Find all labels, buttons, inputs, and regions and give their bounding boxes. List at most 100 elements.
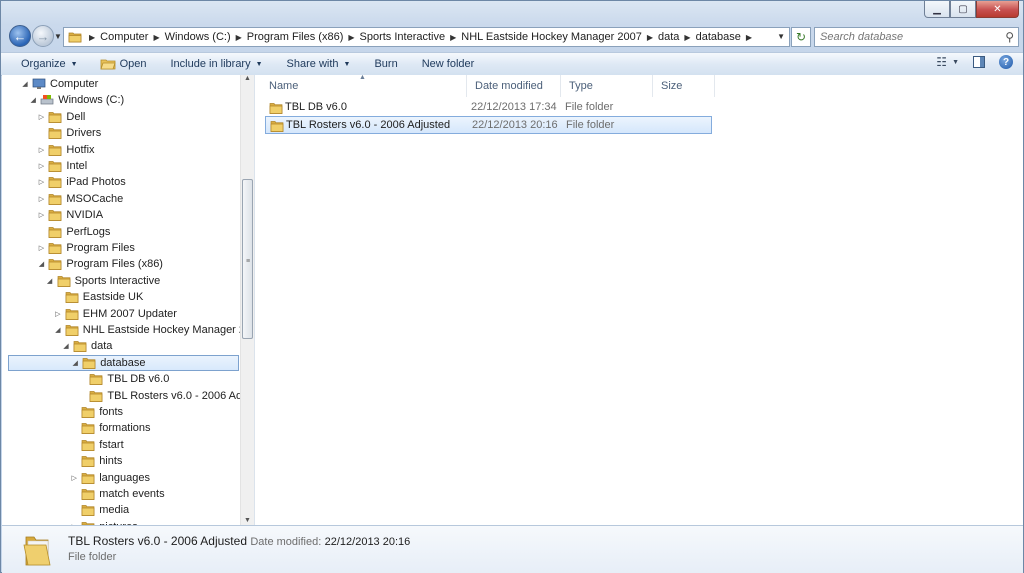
collapsed-arrow-icon[interactable]: ▷ [36,162,46,170]
breadcrumb-separator-icon[interactable]: ▶ [153,33,159,42]
column-header-name[interactable]: Name [261,75,467,97]
breadcrumb-separator-icon[interactable]: ▶ [348,33,354,42]
tree-item[interactable]: ◢ Program Files (x86) [36,256,163,272]
folder-icon [81,472,95,484]
collapsed-arrow-icon[interactable]: ▷ [36,113,46,121]
tree-item[interactable]: fstart [69,437,124,453]
tree-item[interactable]: ▷ MSOCache [36,191,124,207]
open-button[interactable]: Open [86,53,155,75]
expanded-arrow-icon[interactable]: ◢ [53,326,63,334]
tree-item-label: PerfLogs [66,225,111,238]
address-bar[interactable]: ▶ Computer ▶ Windows (C:) ▶ Program Files (x8… [63,27,790,47]
expanded-arrow-icon[interactable]: ◢ [70,359,80,367]
breadcrumb-separator-icon[interactable]: ▶ [684,33,690,42]
help-button[interactable]: ? [999,55,1013,69]
breadcrumb-separator-icon[interactable]: ▶ [647,33,653,42]
tree-item[interactable]: Eastside UK [53,289,143,305]
forward-button[interactable]: → [32,25,54,47]
tree-item-label: Dell [66,110,86,123]
change-view-button[interactable]: ☷ ▼ [936,55,959,69]
expanded-arrow-icon[interactable]: ◢ [45,277,55,285]
scroll-thumb[interactable]: ≡ [242,179,253,339]
tree-item[interactable]: ▷ EHM 2007 Updater [53,306,177,322]
search-box[interactable]: ⚲ [814,27,1019,47]
expanded-arrow-icon[interactable]: ◢ [61,342,71,350]
breadcrumb-item[interactable]: data [658,31,679,43]
scroll-up-icon[interactable]: ▲ [244,75,251,82]
folder-icon [81,407,95,418]
share-with-button[interactable]: Share with ▼ [271,53,359,75]
tree-item[interactable]: ▷ Intel [36,158,88,174]
breadcrumb-separator-icon[interactable]: ▶ [236,33,242,42]
breadcrumb-item[interactable]: Windows (C:) [165,31,231,43]
column-header-date-modified[interactable]: Date modified [467,75,561,97]
tree-item[interactable]: media [69,502,129,518]
breadcrumb-item[interactable]: Program Files (x86) [247,31,344,43]
recent-pages-dropdown[interactable]: ▼ [54,32,62,41]
file-row[interactable]: TBL DB v6.0 22/12/2013 17:34 File folder [265,99,712,117]
tree-item-label: Computer [50,78,99,90]
collapsed-arrow-icon[interactable]: ▷ [69,474,79,482]
tree-item[interactable]: ▷ Program Files [36,240,135,256]
include-in-library-button[interactable]: Include in library ▼ [155,53,271,75]
tree-item[interactable]: Drivers [36,125,101,141]
breadcrumb-separator-icon[interactable]: ▶ [89,33,95,42]
tree-item[interactable]: ◢ Sports Interactive [45,273,160,289]
collapsed-arrow-icon[interactable]: ▷ [36,146,46,154]
burn-button[interactable]: Burn [358,53,405,75]
breadcrumb-separator-icon[interactable]: ▶ [450,33,456,42]
tree-item[interactable]: ◢ data [61,338,112,354]
file-type: File folder [566,119,615,131]
tree-item[interactable]: hints [69,453,122,469]
collapsed-arrow-icon[interactable]: ▷ [53,310,63,318]
tree-item[interactable]: ▷ Dell [36,109,86,125]
breadcrumb-item[interactable]: database [696,31,741,43]
maximize-button[interactable]: ▢ [950,1,976,18]
search-input[interactable] [820,29,1000,45]
expanded-arrow-icon[interactable]: ◢ [28,96,38,104]
minimize-button[interactable]: ▁ [924,1,950,18]
new-folder-button[interactable]: New folder [406,53,483,75]
tree-item[interactable]: ◢ NHL Eastside Hockey Manager 2007 [53,322,254,338]
collapsed-arrow-icon[interactable]: ▷ [36,244,46,252]
scroll-down-icon[interactable]: ▼ [244,517,251,524]
organize-button[interactable]: Organize ▼ [1,53,86,75]
tree-item[interactable]: ▷ NVIDIA [36,207,103,223]
column-header-size[interactable]: Size [653,75,715,97]
folder-icon [82,357,96,369]
details-item-name-line: TBL Rosters v6.0 - 2006 Adjusted Date mo… [68,534,410,548]
folder-icon [73,341,87,353]
expanded-arrow-icon[interactable]: ◢ [36,260,46,268]
breadcrumb-item[interactable]: Computer [100,31,148,43]
tree-item[interactable]: ▷ languages [69,470,149,486]
tree-item[interactable]: ▷ Hotfix [36,142,95,158]
tree-item[interactable]: match events [69,486,165,502]
tree-item[interactable]: TBL DB v6.0 [77,371,169,387]
expanded-arrow-icon[interactable]: ◢ [20,80,30,88]
column-header-type[interactable]: Type [561,75,653,97]
breadcrumb-item[interactable]: NHL Eastside Hockey Manager 2007 [461,31,642,43]
search-icon[interactable]: ⚲ [1005,30,1014,44]
collapsed-arrow-icon[interactable]: ▷ [36,195,46,203]
preview-pane-button[interactable] [973,56,985,68]
tree-item-label: formations [99,422,151,435]
file-row[interactable]: TBL Rosters v6.0 - 2006 Adjusted 22/12/20… [265,116,712,134]
breadcrumb-item[interactable]: Sports Interactive [360,31,446,43]
tree-item[interactable]: TBL Rosters v6.0 - 2006 Adjusted [77,388,254,404]
close-button[interactable]: ✕ [976,1,1019,18]
tree-item[interactable]: ◢ database [8,354,239,371]
breadcrumb-separator-icon[interactable]: ▶ [746,33,752,42]
address-history-dropdown-icon[interactable]: ▼ [777,32,785,41]
tree-item[interactable]: ▷ iPad Photos [36,174,126,190]
tree-item[interactable]: PerfLogs [36,224,110,240]
tree-item[interactable]: ◢ Computer [20,76,98,92]
tree-item[interactable]: ◢ Windows (C:) [28,92,124,108]
collapsed-arrow-icon[interactable]: ▷ [36,178,46,186]
include-in-library-label: Include in library [170,58,251,70]
back-button[interactable]: ← [9,25,31,47]
tree-item[interactable]: fonts [69,404,123,420]
tree-item[interactable]: formations [69,420,151,436]
collapsed-arrow-icon[interactable]: ▷ [36,211,46,219]
nav-scrollbar[interactable]: ▲ ≡ ▼ [240,75,254,525]
refresh-button[interactable]: ↻ [791,27,811,47]
